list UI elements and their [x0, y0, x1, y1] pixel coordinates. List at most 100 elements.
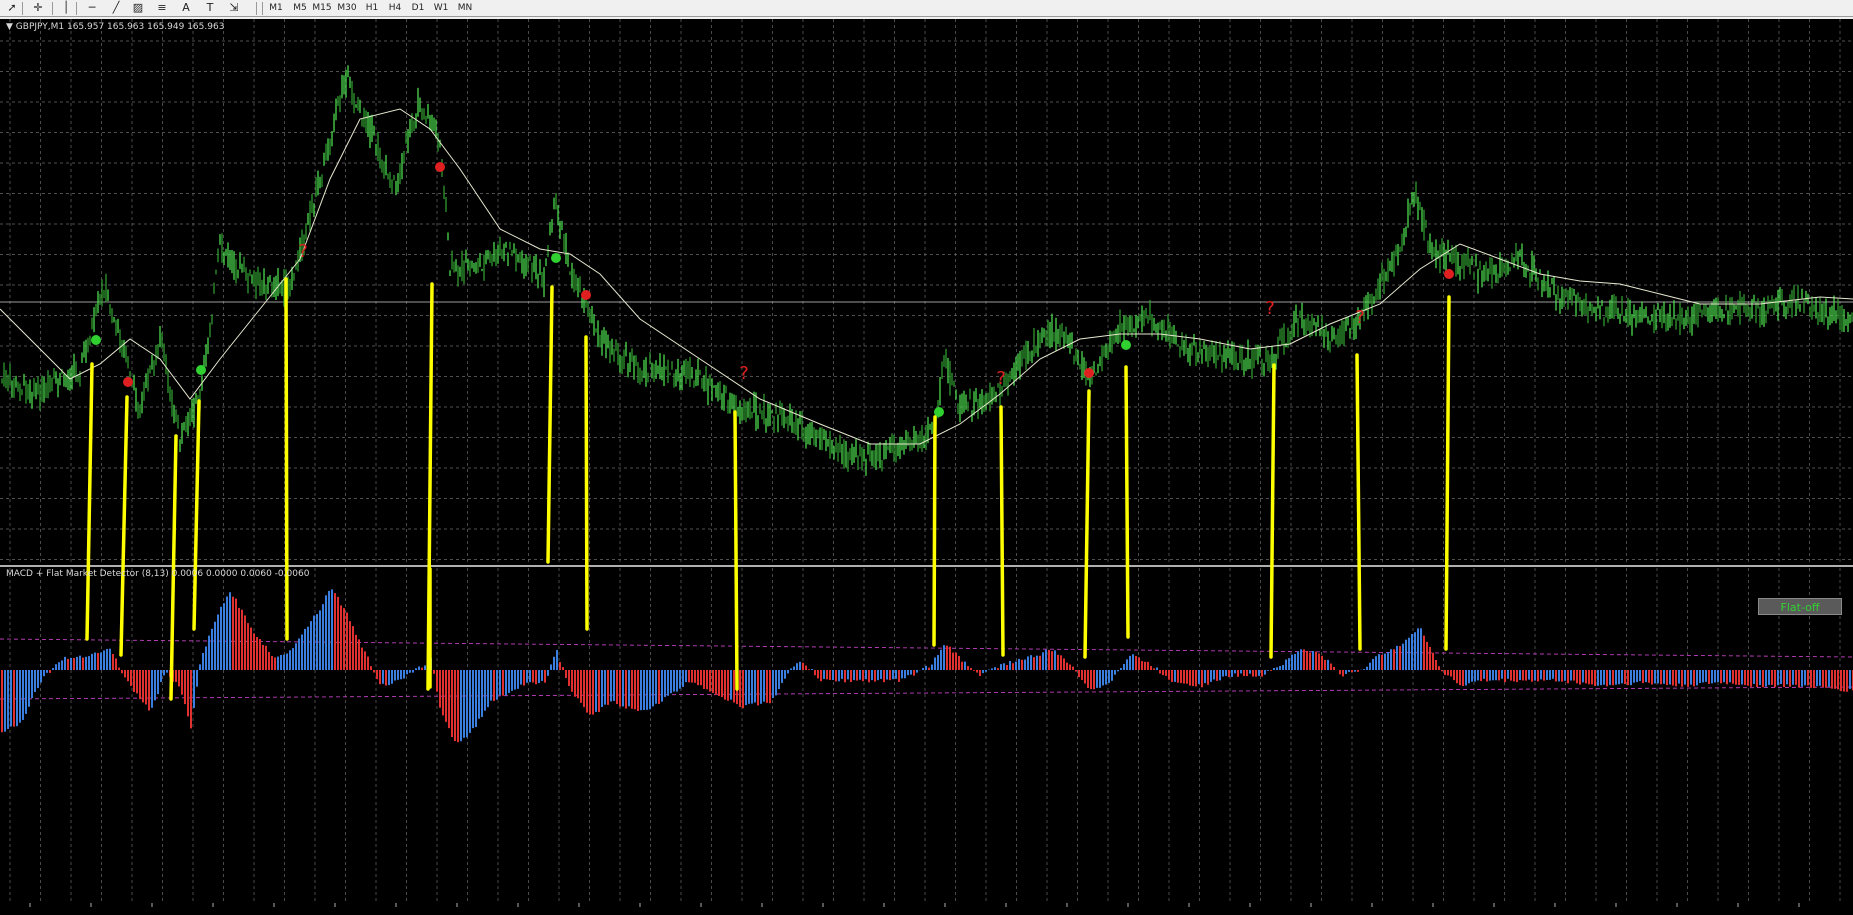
- histogram-bar: [1705, 670, 1707, 682]
- histogram-bar: [499, 670, 501, 696]
- histogram-bar: [1087, 670, 1089, 688]
- chart-window[interactable]: ????? ▼ GBPJPY,M1 165.957 165.963 165.94…: [0, 19, 1853, 915]
- symbol-quote: GBPJPY,M1 165.957 165.963 165.949 165.96…: [15, 22, 225, 32]
- histogram-bar: [925, 665, 927, 670]
- histogram-bar: [328, 590, 330, 670]
- histogram-bar: [922, 667, 924, 670]
- histogram-bar: [1108, 670, 1110, 683]
- histogram-bar: [28, 670, 30, 707]
- histogram-bar: [1096, 670, 1098, 688]
- histogram-bar: [1546, 670, 1548, 680]
- histogram-bar: [577, 670, 579, 699]
- vertical-line-icon[interactable]: │: [58, 1, 74, 15]
- timeframe-h1[interactable]: H1: [361, 1, 383, 15]
- histogram-bar: [1567, 670, 1569, 684]
- histogram-bar: [1657, 670, 1659, 684]
- histogram-bar: [1351, 670, 1353, 673]
- histogram-bar: [1585, 670, 1587, 684]
- histogram-bar: [634, 670, 636, 710]
- histogram-bar: [1057, 654, 1059, 670]
- timeframe-h4[interactable]: H4: [384, 1, 406, 15]
- histogram-bar: [391, 670, 393, 684]
- histogram-bar: [640, 670, 642, 711]
- fibonacci-icon[interactable]: ≡: [154, 1, 170, 15]
- histogram-bar: [37, 670, 39, 689]
- histogram-bar: [118, 667, 120, 670]
- histogram-bar: [1249, 670, 1251, 674]
- sell-signal-dot: [1444, 269, 1454, 279]
- histogram-bar: [334, 593, 336, 670]
- histogram-bar: [1747, 670, 1749, 686]
- histogram-bar: [784, 670, 786, 679]
- histogram-bar: [595, 670, 597, 712]
- histogram-bar: [1396, 645, 1398, 670]
- histogram-bar: [451, 670, 453, 738]
- histogram-bar: [565, 670, 567, 678]
- histogram-bar: [1303, 649, 1305, 670]
- histogram-bar: [1240, 670, 1242, 674]
- histogram-bar: [1219, 670, 1221, 681]
- histogram-bar: [379, 670, 381, 685]
- histogram-bar: [112, 653, 114, 670]
- histogram-bar: [1066, 662, 1068, 670]
- histogram-bar: [850, 670, 852, 683]
- histogram-bar: [49, 670, 51, 673]
- histogram-bar: [772, 670, 774, 699]
- histogram-bar: [637, 670, 639, 712]
- histogram-bar: [1702, 670, 1704, 683]
- price-candles: [1, 65, 1853, 476]
- histogram-bar: [1750, 670, 1752, 687]
- histogram-bar: [307, 626, 309, 670]
- horizontal-line-icon[interactable]: ─: [84, 1, 100, 15]
- histogram-bar: [1642, 670, 1644, 684]
- histogram-bar: [7, 670, 9, 729]
- histogram-bar: [283, 654, 285, 670]
- histogram-bar: [1288, 658, 1290, 670]
- text-icon[interactable]: A: [178, 1, 194, 15]
- timeframe-m5[interactable]: M5: [289, 1, 311, 15]
- timeframe-w1[interactable]: W1: [430, 1, 452, 15]
- arrows-icon[interactable]: ⇲: [226, 1, 242, 15]
- channel-icon[interactable]: ▨: [130, 1, 146, 15]
- histogram-bar: [1042, 652, 1044, 670]
- histogram-bar: [1204, 670, 1206, 684]
- histogram-bar: [271, 655, 273, 670]
- histogram-bar: [1579, 670, 1581, 685]
- chart-canvas[interactable]: ?????: [0, 19, 1853, 915]
- histogram-bar: [958, 655, 960, 670]
- histogram-bar: [619, 670, 621, 707]
- histogram-bar: [574, 670, 576, 697]
- histogram-bar: [931, 664, 933, 670]
- histogram-bar: [874, 670, 876, 682]
- histogram-bar: [457, 670, 459, 743]
- timeframe-mn[interactable]: MN: [454, 1, 476, 15]
- histogram-bar: [973, 670, 975, 671]
- histogram-bar: [1660, 670, 1662, 685]
- crosshair-icon[interactable]: ✛: [30, 1, 46, 15]
- question-mark-label: ?: [1265, 298, 1275, 319]
- histogram-bar: [1231, 670, 1233, 677]
- histogram-bar: [799, 661, 801, 670]
- timeframe-m30[interactable]: M30: [336, 1, 358, 15]
- histogram-bar: [100, 652, 102, 670]
- histogram-bar: [73, 657, 75, 670]
- histogram-bar: [1723, 670, 1725, 683]
- histogram-bar: [943, 645, 945, 670]
- histogram-bar: [424, 665, 426, 670]
- histogram-bar: [208, 635, 210, 670]
- timeframe-m15[interactable]: M15: [311, 1, 333, 15]
- flat-off-button[interactable]: Flat-off: [1758, 598, 1842, 615]
- histogram-bar: [673, 670, 675, 692]
- timeframe-m1[interactable]: M1: [265, 1, 287, 15]
- histogram-bar: [136, 670, 138, 694]
- histogram-bar: [871, 670, 873, 681]
- trendline-icon[interactable]: ╱: [108, 1, 124, 15]
- text-label-icon[interactable]: T: [202, 1, 218, 15]
- histogram-bar: [229, 592, 231, 670]
- cursor-icon[interactable]: ➚: [4, 1, 20, 15]
- histogram-bar: [1180, 670, 1182, 684]
- histogram-bar: [1489, 670, 1491, 681]
- histogram-bar: [1630, 670, 1632, 686]
- timeframe-d1[interactable]: D1: [407, 1, 429, 15]
- histogram-bar: [706, 670, 708, 690]
